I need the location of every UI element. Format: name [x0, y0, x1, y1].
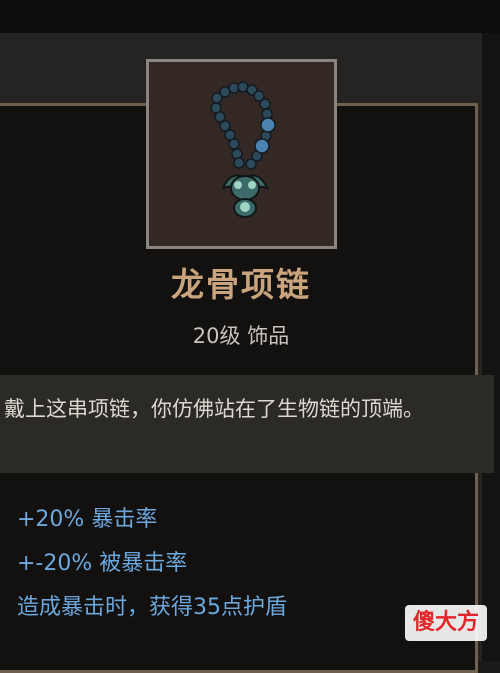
top-background: [0, 0, 500, 33]
item-type-line: 20级 饰品: [192, 324, 290, 348]
watermark-logo: 傻大方: [405, 605, 487, 641]
item-description: 戴上这串项链，你仿佛站在了生物链的顶端。: [4, 397, 424, 421]
item-name: 龙骨项链: [171, 265, 311, 304]
stat-line: +-20% 被暴击率: [17, 551, 188, 576]
stat-line: +20% 暴击率: [17, 507, 158, 532]
watermark-text: 傻大方: [412, 610, 479, 635]
item-icon-frame: [146, 59, 337, 249]
right-edge-strip: [482, 33, 500, 661]
item-description-box: 戴上这串项链，你仿佛站在了生物链的顶端。: [0, 375, 494, 473]
necklace-icon: [210, 81, 276, 218]
